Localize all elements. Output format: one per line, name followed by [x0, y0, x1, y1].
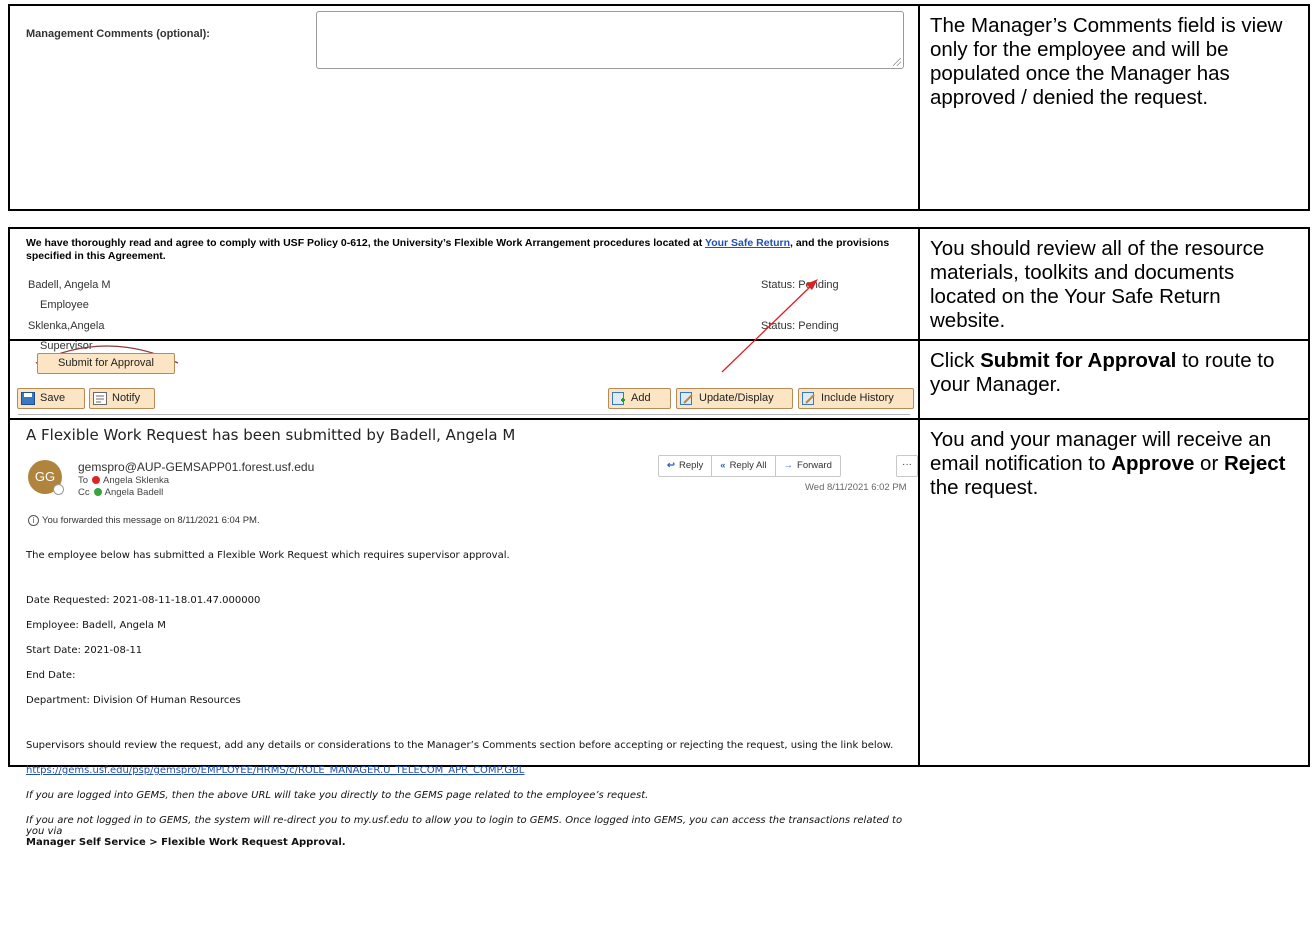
email-end-date: End Date: [26, 670, 76, 681]
submit-for-approval-button[interactable]: Submit for Approval [37, 353, 175, 374]
email-date-requested: Date Requested: 2021-08-11-18.01.47.0000… [26, 595, 261, 606]
email-cc-line: Cc Angela Badell [78, 487, 164, 498]
resources-note: You should review all of the resource ma… [918, 227, 1310, 341]
agreement-table: We have thoroughly read and agree to com… [8, 227, 1310, 848]
email-sender: gemspro@AUP-GEMSAPP01.forest.usf.edu [78, 460, 315, 474]
notify-icon [93, 392, 107, 405]
email-employee: Employee: Badell, Angela M [26, 620, 166, 631]
signer-name: Badell, Angela M [28, 279, 111, 291]
reply-all-icon: « [720, 460, 726, 471]
management-comments-table: Management Comments (optional): The Mana… [8, 4, 1310, 211]
divider [18, 414, 910, 415]
reply-all-button[interactable]: «Reply All [712, 456, 776, 476]
management-comments-cell: Management Comments (optional): [8, 4, 920, 211]
email-to-line: To Angela Sklenka [78, 475, 170, 486]
submit-note: Click Submit for Approval to route to yo… [918, 339, 1310, 420]
save-button[interactable]: Save [17, 388, 85, 409]
busy-status-icon [92, 476, 101, 484]
info-icon: i [28, 515, 39, 526]
signer-name: Sklenka,Angela [28, 320, 105, 332]
email-date: Wed 8/11/2021 6:02 PM [805, 482, 907, 493]
email-subject: A Flexible Work Request has been submitt… [26, 426, 516, 444]
forward-button[interactable]: → Forward [776, 456, 840, 476]
email-logged-in-note: If you are logged into GEMS, then the ab… [26, 790, 649, 801]
email-department: Department: Division Of Human Resources [26, 695, 241, 706]
update-display-icon [680, 392, 693, 405]
notify-button[interactable]: Notify [89, 388, 155, 409]
management-comments-note: The Manager’s Comments field is view onl… [918, 4, 1310, 211]
your-safe-return-link[interactable]: Your Safe Return [705, 237, 790, 249]
presence-icon [53, 484, 64, 495]
update-display-button[interactable]: Update/Display [676, 388, 793, 409]
email-note: You and your manager will receive an ema… [918, 418, 1310, 767]
email-start-date: Start Date: 2021-08-11 [26, 645, 143, 656]
email-intro: The employee below has submitted a Flexi… [26, 550, 510, 561]
email-cell: A Flexible Work Request has been submitt… [8, 418, 920, 848]
reply-icon: ↩ [667, 460, 675, 471]
management-comments-textarea[interactable] [316, 11, 904, 69]
more-actions-button[interactable]: ··· [896, 455, 918, 477]
gems-url-link[interactable]: https://gems.usf.edu/psp/gemspro/EMPLOYE… [26, 765, 524, 776]
email-supervisors-note: Supervisors should review the request, a… [26, 740, 894, 751]
email-not-logged-note: If you are not logged in to GEMS, the sy… [26, 815, 903, 848]
add-button[interactable]: Add [608, 388, 671, 409]
forward-info: i You forwarded this message on 8/11/2021… [28, 515, 260, 526]
add-icon [612, 392, 625, 405]
email-url: https://gems.usf.edu/psp/gemspro/EMPLOYE… [26, 765, 524, 776]
agreement-cell: We have thoroughly read and agree to com… [8, 227, 920, 373]
include-history-icon [802, 392, 815, 405]
management-comments-label: Management Comments (optional): [26, 28, 210, 40]
resize-grip-icon[interactable] [893, 58, 901, 66]
email-actions: ↩ Reply «Reply All → Forward [658, 455, 841, 477]
include-history-button[interactable]: Include History [798, 388, 914, 409]
save-icon [21, 392, 35, 405]
reply-button[interactable]: ↩ Reply [659, 456, 713, 476]
signer-role: Employee [40, 299, 89, 311]
available-status-icon [93, 488, 102, 496]
agreement-text: We have thoroughly read and agree to com… [26, 237, 890, 262]
submit-cell: Submit for Approval Save Notify Add Upda… [8, 339, 920, 420]
forward-icon: → [783, 460, 794, 471]
